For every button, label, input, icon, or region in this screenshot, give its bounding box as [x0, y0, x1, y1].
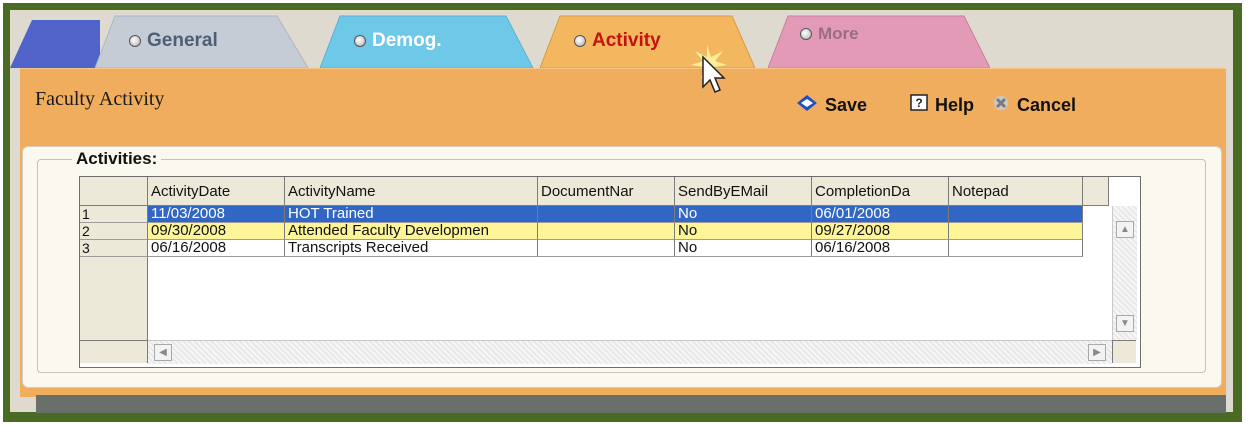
cell-document-name[interactable] [538, 206, 675, 223]
cell-completion-date[interactable]: 06/16/2008 [812, 240, 949, 257]
cell-document-name[interactable] [538, 240, 675, 257]
activities-grid[interactable]: ActivityDate ActivityName DocumentNar Se… [79, 176, 1141, 368]
scroll-right-button[interactable]: ▶ [1088, 344, 1106, 361]
panel-shadow [36, 395, 1226, 413]
radio-icon [574, 35, 586, 47]
tab-strip: General Demog. Activity More [10, 10, 1233, 70]
table-row[interactable]: 09/30/2008 Attended Faculty Developmen N… [148, 223, 1083, 240]
cell-completion-date[interactable]: 06/01/2008 [812, 206, 949, 223]
help-label: Help [935, 94, 975, 115]
column-header[interactable]: ActivityDate [148, 177, 285, 206]
table-row[interactable]: 11/03/2008 HOT Trained No 06/01/2008 [148, 206, 1083, 223]
tab-general-label: General [147, 30, 218, 51]
scroll-left-button[interactable]: ◀ [154, 344, 172, 361]
scroll-up-button[interactable]: ▲ [1116, 221, 1134, 238]
column-header[interactable]: SendByEMail [675, 177, 812, 206]
column-header[interactable]: ActivityName [285, 177, 538, 206]
cell-send-by-email[interactable]: No [675, 223, 812, 240]
row-number[interactable]: 3 [80, 240, 148, 257]
save-button[interactable]: Save [795, 94, 867, 116]
arrow-left-icon: ◀ [159, 347, 167, 358]
tab-more[interactable]: More [768, 10, 990, 68]
cancel-label: Cancel [1017, 94, 1077, 115]
cell-activity-date[interactable]: 06/16/2008 [148, 240, 285, 257]
cancel-button[interactable]: Cancel [991, 94, 1076, 116]
group-title: Activities: [72, 149, 162, 169]
tab-more-label: More [818, 24, 859, 43]
column-header[interactable]: DocumentNar [538, 177, 675, 206]
row-header-corner [80, 177, 148, 206]
table-row[interactable]: 06/16/2008 Transcripts Received No 06/16… [148, 240, 1083, 257]
radio-icon [800, 28, 812, 40]
scroll-corner [1112, 340, 1136, 363]
row-number[interactable]: 1 [80, 206, 148, 223]
cell-send-by-email[interactable]: No [675, 206, 812, 223]
scroll-down-button[interactable]: ▼ [1116, 315, 1134, 332]
help-button[interactable]: ? Help [909, 93, 975, 118]
svg-text:?: ? [915, 96, 922, 110]
cell-notepad[interactable] [949, 223, 1083, 240]
column-header[interactable]: CompletionDa [812, 177, 949, 206]
cell-notepad[interactable] [949, 206, 1083, 223]
horizontal-scrollbar[interactable]: ◀ ▶ [148, 340, 1112, 364]
cell-completion-date[interactable]: 09/27/2008 [812, 223, 949, 240]
save-label: Save [825, 94, 868, 115]
cell-notepad[interactable] [949, 240, 1083, 257]
mouse-cursor-icon [683, 43, 753, 108]
grid-corner [1083, 177, 1109, 206]
row-header-footer [80, 340, 148, 363]
radio-icon [129, 35, 141, 47]
row-number[interactable]: 2 [80, 223, 148, 240]
column-header[interactable]: Notepad [949, 177, 1083, 206]
arrow-right-icon: ▶ [1093, 347, 1101, 358]
cell-activity-date[interactable]: 11/03/2008 [148, 206, 285, 223]
cell-activity-name[interactable]: Transcripts Received [285, 240, 538, 257]
vertical-scrollbar[interactable]: ▲ ▼ [1112, 206, 1137, 340]
tab-demog[interactable]: Demog. [320, 10, 535, 68]
cell-activity-name[interactable]: Attended Faculty Developmen [285, 223, 538, 240]
radio-icon [354, 35, 366, 47]
arrow-up-icon: ▲ [1120, 224, 1130, 235]
cancel-icon [991, 93, 1011, 118]
tab-general[interactable]: General [95, 10, 310, 68]
save-icon [795, 93, 819, 118]
tab-activity-label: Activity [592, 30, 661, 51]
cell-document-name[interactable] [538, 223, 675, 240]
arrow-down-icon: ▼ [1120, 318, 1130, 329]
cell-activity-date[interactable]: 09/30/2008 [148, 223, 285, 240]
row-header-empty [80, 257, 148, 340]
tab-demog-label: Demog. [372, 30, 442, 51]
cell-activity-name[interactable]: HOT Trained [285, 206, 538, 223]
page-title: Faculty Activity [35, 88, 165, 110]
cell-send-by-email[interactable]: No [675, 240, 812, 257]
help-icon: ? [909, 93, 929, 118]
